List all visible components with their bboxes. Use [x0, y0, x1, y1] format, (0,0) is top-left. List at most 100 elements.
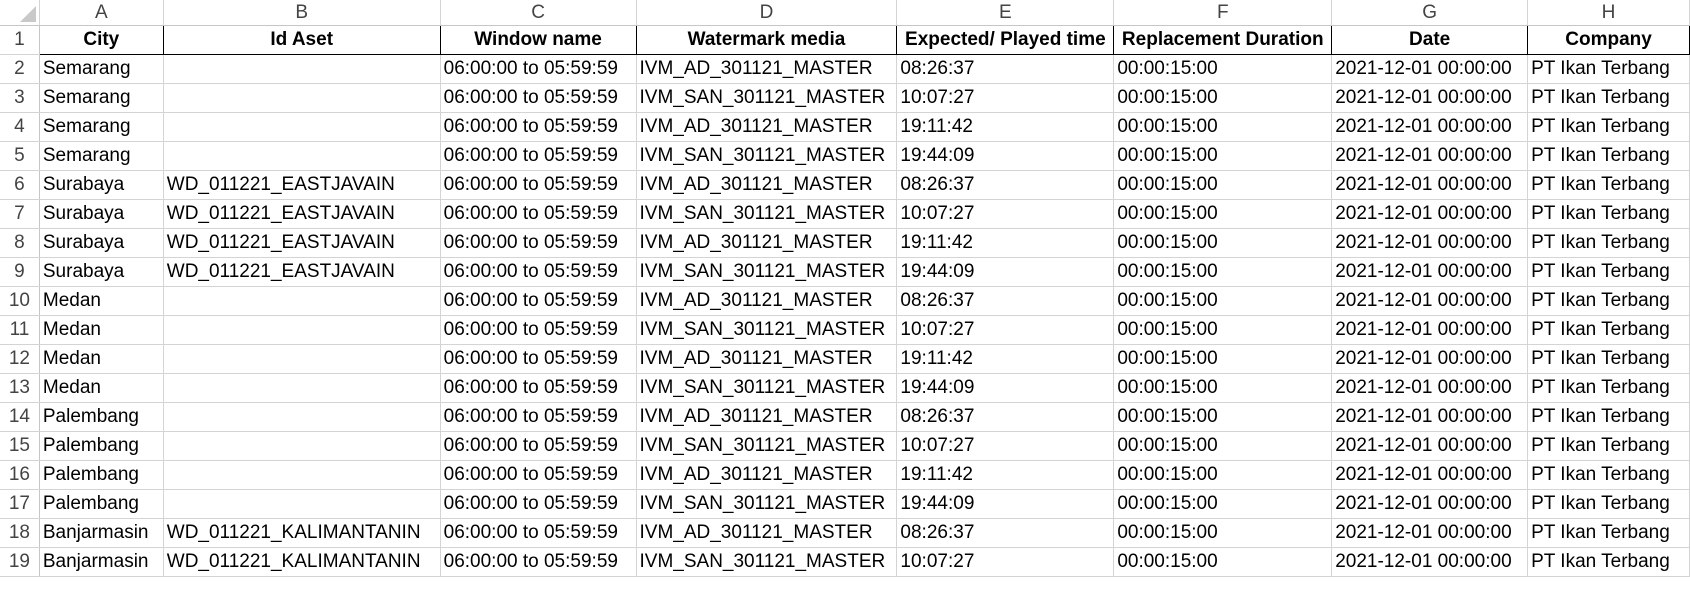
- cell-played-time[interactable]: 19:44:09: [896, 373, 1115, 403]
- cell-played-time[interactable]: 08:26:37: [896, 170, 1115, 200]
- cell-played-time[interactable]: 19:44:09: [896, 489, 1115, 519]
- cell-city[interactable]: Medan: [39, 344, 164, 374]
- cell-company[interactable]: PT Ikan Terbang: [1527, 547, 1690, 577]
- cell-window-name[interactable]: 06:00:00 to 05:59:59: [440, 199, 637, 229]
- column-header-g[interactable]: G: [1331, 0, 1529, 26]
- header-cell-id-aset[interactable]: Id Aset: [163, 25, 441, 55]
- row-header[interactable]: 2: [0, 54, 40, 84]
- cell-id-aset[interactable]: [163, 286, 441, 316]
- cell-city[interactable]: Palembang: [39, 489, 164, 519]
- cell-id-aset[interactable]: [163, 402, 441, 432]
- cell-company[interactable]: PT Ikan Terbang: [1527, 83, 1690, 113]
- cell-watermark-media[interactable]: IVM_AD_301121_MASTER: [636, 228, 898, 258]
- cell-company[interactable]: PT Ikan Terbang: [1527, 460, 1690, 490]
- row-header[interactable]: 11: [0, 315, 40, 345]
- cell-watermark-media[interactable]: IVM_SAN_301121_MASTER: [636, 489, 898, 519]
- cell-replacement-duration[interactable]: 00:00:15:00: [1113, 257, 1333, 287]
- cell-date[interactable]: 2021-12-01 00:00:00: [1331, 547, 1529, 577]
- cell-played-time[interactable]: 08:26:37: [896, 286, 1115, 316]
- row-header-1[interactable]: 1: [0, 25, 40, 55]
- cell-date[interactable]: 2021-12-01 00:00:00: [1331, 83, 1529, 113]
- cell-window-name[interactable]: 06:00:00 to 05:59:59: [440, 286, 637, 316]
- cell-replacement-duration[interactable]: 00:00:15:00: [1113, 460, 1333, 490]
- cell-id-aset[interactable]: WD_011221_EASTJAVAIN: [163, 257, 441, 287]
- cell-window-name[interactable]: 06:00:00 to 05:59:59: [440, 112, 637, 142]
- cell-id-aset[interactable]: [163, 344, 441, 374]
- cell-watermark-media[interactable]: IVM_SAN_301121_MASTER: [636, 83, 898, 113]
- cell-date[interactable]: 2021-12-01 00:00:00: [1331, 141, 1529, 171]
- cell-played-time[interactable]: 19:11:42: [896, 228, 1115, 258]
- cell-company[interactable]: PT Ikan Terbang: [1527, 315, 1690, 345]
- cell-date[interactable]: 2021-12-01 00:00:00: [1331, 170, 1529, 200]
- column-header-f[interactable]: F: [1113, 0, 1333, 26]
- cell-window-name[interactable]: 06:00:00 to 05:59:59: [440, 228, 637, 258]
- cell-company[interactable]: PT Ikan Terbang: [1527, 431, 1690, 461]
- cell-played-time[interactable]: 10:07:27: [896, 315, 1115, 345]
- cell-company[interactable]: PT Ikan Terbang: [1527, 344, 1690, 374]
- cell-window-name[interactable]: 06:00:00 to 05:59:59: [440, 83, 637, 113]
- cell-played-time[interactable]: 19:11:42: [896, 112, 1115, 142]
- row-header[interactable]: 10: [0, 286, 40, 316]
- cell-watermark-media[interactable]: IVM_SAN_301121_MASTER: [636, 373, 898, 403]
- cell-date[interactable]: 2021-12-01 00:00:00: [1331, 373, 1529, 403]
- cell-company[interactable]: PT Ikan Terbang: [1527, 170, 1690, 200]
- row-header[interactable]: 13: [0, 373, 40, 403]
- cell-watermark-media[interactable]: IVM_SAN_301121_MASTER: [636, 141, 898, 171]
- cell-id-aset[interactable]: [163, 373, 441, 403]
- cell-window-name[interactable]: 06:00:00 to 05:59:59: [440, 54, 637, 84]
- cell-replacement-duration[interactable]: 00:00:15:00: [1113, 83, 1333, 113]
- cell-watermark-media[interactable]: IVM_SAN_301121_MASTER: [636, 199, 898, 229]
- column-header-a[interactable]: A: [39, 0, 164, 26]
- cell-city[interactable]: Banjarmasin: [39, 518, 164, 548]
- row-header[interactable]: 8: [0, 228, 40, 258]
- cell-window-name[interactable]: 06:00:00 to 05:59:59: [440, 547, 637, 577]
- cell-company[interactable]: PT Ikan Terbang: [1527, 112, 1690, 142]
- cell-watermark-media[interactable]: IVM_AD_301121_MASTER: [636, 112, 898, 142]
- cell-date[interactable]: 2021-12-01 00:00:00: [1331, 431, 1529, 461]
- cell-company[interactable]: PT Ikan Terbang: [1527, 228, 1690, 258]
- header-cell-city[interactable]: City: [38, 25, 164, 55]
- row-header[interactable]: 15: [0, 431, 40, 461]
- cell-played-time[interactable]: 08:26:37: [896, 518, 1115, 548]
- column-header-c[interactable]: C: [440, 0, 637, 26]
- cell-city[interactable]: Semarang: [39, 141, 164, 171]
- cell-watermark-media[interactable]: IVM_AD_301121_MASTER: [636, 344, 898, 374]
- cell-company[interactable]: PT Ikan Terbang: [1527, 257, 1690, 287]
- cell-city[interactable]: Surabaya: [39, 199, 164, 229]
- cell-company[interactable]: PT Ikan Terbang: [1527, 402, 1690, 432]
- cell-id-aset[interactable]: [163, 54, 441, 84]
- cell-watermark-media[interactable]: IVM_SAN_301121_MASTER: [636, 257, 898, 287]
- cell-played-time[interactable]: 10:07:27: [896, 431, 1115, 461]
- cell-id-aset[interactable]: [163, 141, 441, 171]
- cell-replacement-duration[interactable]: 00:00:15:00: [1113, 344, 1333, 374]
- cell-date[interactable]: 2021-12-01 00:00:00: [1331, 112, 1529, 142]
- cell-replacement-duration[interactable]: 00:00:15:00: [1113, 286, 1333, 316]
- cell-id-aset[interactable]: [163, 431, 441, 461]
- cell-replacement-duration[interactable]: 00:00:15:00: [1113, 431, 1333, 461]
- cell-watermark-media[interactable]: IVM_AD_301121_MASTER: [636, 460, 898, 490]
- cell-date[interactable]: 2021-12-01 00:00:00: [1331, 228, 1529, 258]
- cell-replacement-duration[interactable]: 00:00:15:00: [1113, 170, 1333, 200]
- cell-id-aset[interactable]: [163, 460, 441, 490]
- cell-played-time[interactable]: 19:44:09: [896, 257, 1115, 287]
- cell-played-time[interactable]: 19:44:09: [896, 141, 1115, 171]
- cell-city[interactable]: Medan: [39, 373, 164, 403]
- cell-id-aset[interactable]: WD_011221_EASTJAVAIN: [163, 228, 441, 258]
- cell-window-name[interactable]: 06:00:00 to 05:59:59: [440, 257, 637, 287]
- cell-city[interactable]: Medan: [39, 315, 164, 345]
- row-header[interactable]: 3: [0, 83, 40, 113]
- cell-replacement-duration[interactable]: 00:00:15:00: [1113, 547, 1333, 577]
- cell-city[interactable]: Surabaya: [39, 228, 164, 258]
- cell-replacement-duration[interactable]: 00:00:15:00: [1113, 112, 1333, 142]
- cell-window-name[interactable]: 06:00:00 to 05:59:59: [440, 431, 637, 461]
- cell-id-aset[interactable]: WD_011221_EASTJAVAIN: [163, 170, 441, 200]
- cell-window-name[interactable]: 06:00:00 to 05:59:59: [440, 315, 637, 345]
- cell-date[interactable]: 2021-12-01 00:00:00: [1331, 54, 1529, 84]
- cell-replacement-duration[interactable]: 00:00:15:00: [1113, 373, 1333, 403]
- cell-played-time[interactable]: 10:07:27: [896, 199, 1115, 229]
- cell-window-name[interactable]: 06:00:00 to 05:59:59: [440, 489, 637, 519]
- cell-window-name[interactable]: 06:00:00 to 05:59:59: [440, 402, 637, 432]
- cell-date[interactable]: 2021-12-01 00:00:00: [1331, 286, 1529, 316]
- select-all-button[interactable]: [0, 0, 40, 26]
- cell-played-time[interactable]: 19:11:42: [896, 344, 1115, 374]
